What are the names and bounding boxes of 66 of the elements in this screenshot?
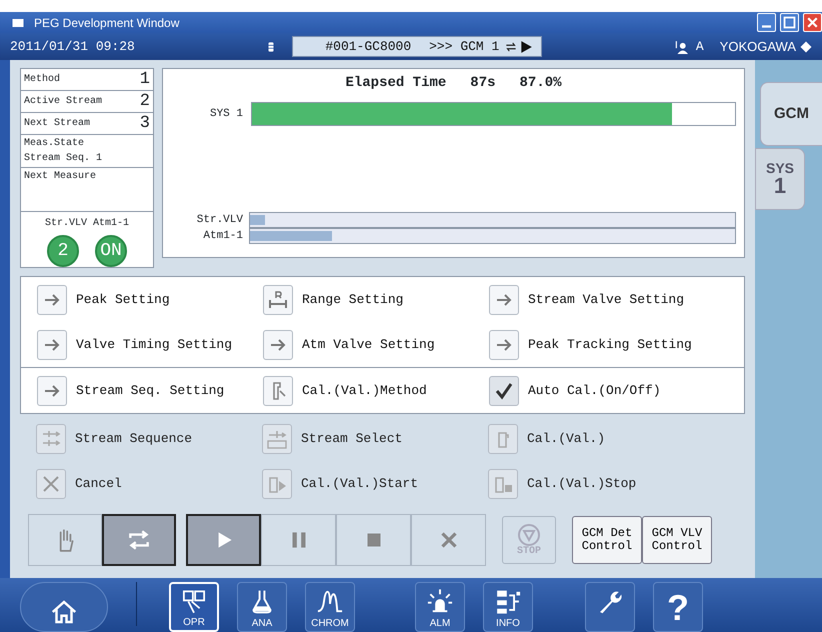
window-title: PEG Development Window (34, 14, 180, 32)
nav-button[interactable]: ALM (415, 582, 465, 632)
valve-label: Str.VLV (196, 213, 243, 228)
indicator-label: Str.VLV Atm1-1 (44, 217, 130, 231)
nav-button[interactable] (20, 582, 108, 632)
status-lamp: ON (95, 235, 127, 267)
stop-sign-icon (517, 523, 541, 547)
minimize-button[interactable] (757, 13, 776, 32)
minimize-icon (762, 25, 771, 28)
menu-item[interactable]: Stream Seq. Setting (21, 368, 247, 413)
nav-button[interactable]: INFO (483, 582, 533, 632)
brand-logo: YOKOGAWA (720, 38, 796, 56)
target-name: >>> GCM 1 (429, 38, 500, 56)
status-label: Meas.State (24, 137, 86, 151)
nav-button[interactable] (585, 582, 635, 632)
menu-item[interactable]: Atm Valve Setting (247, 322, 473, 367)
status-value: 1 (140, 71, 150, 88)
elapsed-percent: 87.0% (520, 74, 562, 93)
elapsed-label: Elapsed Time (345, 74, 446, 93)
checkbox[interactable] (489, 376, 519, 406)
play-button[interactable] (186, 514, 261, 566)
diamond-icon (800, 40, 812, 52)
menu-item: Stream Sequence (20, 416, 246, 461)
stop-button[interactable] (336, 514, 411, 566)
menu-item[interactable]: Peak Setting (21, 277, 247, 322)
user-icon (674, 38, 688, 54)
menu-item[interactable]: Range Setting (247, 277, 473, 322)
menu-item[interactable]: Valve Timing Setting (21, 322, 247, 367)
nav-button[interactable]: OPR (169, 582, 219, 632)
datetime-text: 2011/01/31 09:28 (10, 38, 135, 56)
close-button[interactable] (803, 13, 822, 32)
status-value: 3 (140, 115, 150, 132)
elapsed-seconds: 87s (470, 74, 496, 93)
menu-item: Cancel (20, 461, 246, 506)
control-button[interactable]: GCM Det Control (572, 516, 642, 564)
side-tab[interactable]: GCM (760, 82, 822, 146)
window-icon (10, 16, 26, 28)
status-lamp: 2 (47, 235, 79, 267)
maximize-icon (781, 14, 798, 31)
nav-button[interactable]: ANA (237, 582, 287, 632)
status-value: 2 (140, 93, 150, 110)
menu-item[interactable]: Peak Tracking Setting (473, 322, 744, 367)
status-label: Next Measure (24, 170, 98, 184)
status-label: Active Stream (24, 94, 102, 109)
side-tab[interactable]: SYS 1 (755, 148, 805, 210)
nav-button[interactable]: ? (653, 582, 703, 632)
control-button[interactable]: GCM VLV Control (642, 516, 712, 564)
menu-item: Cal.(Val.)Start (246, 461, 472, 506)
system-label: SYS 1 (208, 106, 243, 122)
status-label: Next Stream (24, 117, 90, 131)
status-value: Stream Seq. 1 (24, 152, 104, 166)
analyzer-name: #001-GC8000 (325, 38, 412, 56)
maximize-button[interactable] (780, 13, 799, 32)
menu-item[interactable]: Cal.(Val.)Method (247, 368, 473, 413)
menu-item: Cal.(Val.)Stop (472, 461, 745, 506)
cycle-button[interactable] (102, 514, 176, 566)
nav-button[interactable]: CHROM (305, 582, 355, 632)
user-level: A (696, 38, 704, 56)
abort-button[interactable] (411, 514, 486, 566)
menu-item: Cal.(Val.) (472, 416, 745, 461)
menu-item[interactable]: Stream Valve Setting (473, 277, 744, 322)
menu-item: Stream Select (246, 416, 472, 461)
play-icon (519, 40, 534, 54)
status-label: Method (24, 72, 60, 87)
valve-label: Atm1-1 (202, 229, 243, 244)
menu-item[interactable]: Auto Cal.(On/Off) (473, 368, 744, 413)
